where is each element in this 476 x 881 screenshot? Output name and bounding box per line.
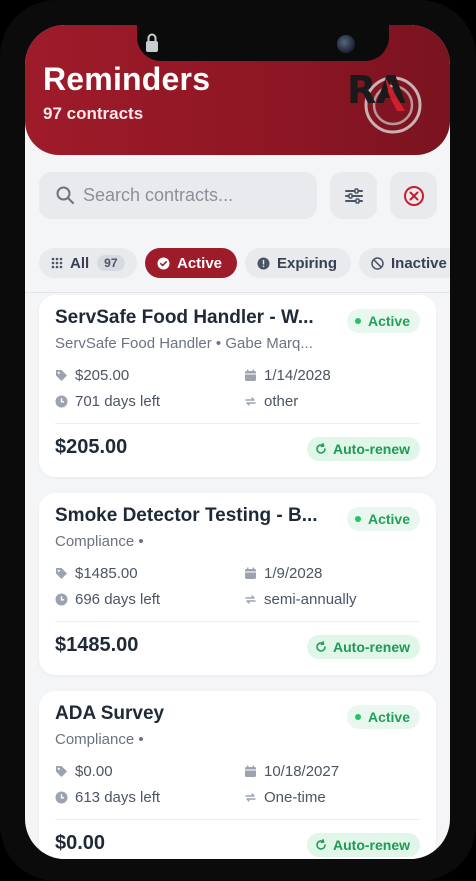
chip-label: Expiring bbox=[277, 254, 338, 272]
frequency-text: semi-annually bbox=[264, 591, 357, 608]
phone-frame: Reminders 97 contracts RA Search contrac… bbox=[0, 0, 476, 881]
filter-button[interactable] bbox=[330, 172, 377, 219]
calendar-icon bbox=[245, 567, 256, 579]
days-left: 696 days left bbox=[55, 591, 160, 608]
contract-amount: $1485.00 bbox=[55, 634, 139, 656]
calendar-icon bbox=[245, 765, 256, 777]
clock-icon bbox=[55, 593, 68, 606]
search-input[interactable] bbox=[83, 172, 311, 219]
device-notch bbox=[137, 25, 389, 61]
chip-count-badge: 97 bbox=[97, 255, 125, 271]
auto-renew-label: Auto-renew bbox=[333, 441, 410, 457]
grid-icon bbox=[51, 257, 63, 269]
days-left-text: 613 days left bbox=[75, 789, 161, 806]
brand-logo: RA bbox=[347, 68, 422, 134]
refresh-icon bbox=[316, 641, 326, 652]
status-label: Active bbox=[367, 313, 410, 329]
chip-label: Inactive bbox=[391, 254, 447, 272]
contract-price: $0.00 bbox=[55, 763, 113, 780]
days-left: 613 days left bbox=[55, 789, 160, 806]
contract-count: 97 contracts bbox=[43, 104, 144, 123]
camera-icon bbox=[337, 35, 355, 53]
contract-date: 10/18/2027 bbox=[244, 763, 339, 780]
contract-name: Smoke Detector Testing - B... bbox=[55, 505, 318, 526]
status-badge: Active bbox=[346, 705, 420, 729]
clock-icon bbox=[55, 395, 68, 408]
contract-name: ADA Survey bbox=[55, 703, 165, 724]
auto-renew-label: Auto-renew bbox=[333, 837, 410, 853]
status-dot bbox=[354, 714, 361, 720]
search-icon bbox=[56, 186, 74, 204]
auto-renew-badge: Auto-renew bbox=[307, 635, 420, 659]
contract-date: 1/14/2028 bbox=[244, 367, 331, 384]
card-divider bbox=[55, 819, 420, 820]
auto-renew-badge: Auto-renew bbox=[307, 437, 420, 461]
refresh-icon bbox=[316, 839, 326, 850]
chip-all[interactable]: All 97 bbox=[39, 248, 137, 278]
frequency-text: other bbox=[264, 393, 299, 410]
contract-date: 1/9/2028 bbox=[244, 565, 322, 582]
frequency-text: One-time bbox=[264, 789, 326, 806]
status-filter-chips: All 97 Active Expiring Inactive bbox=[25, 235, 450, 293]
auto-renew-label: Auto-renew bbox=[333, 639, 410, 655]
card-divider bbox=[55, 423, 420, 424]
contract-frequency: semi-annually bbox=[244, 591, 357, 608]
app-screen: Reminders 97 contracts RA Search contrac… bbox=[25, 25, 450, 859]
refresh-icon bbox=[316, 443, 326, 454]
tag-icon bbox=[56, 766, 67, 777]
contract-subtitle: Compliance • bbox=[55, 533, 144, 550]
clock-icon bbox=[55, 791, 68, 804]
contract-amount: $205.00 bbox=[55, 436, 128, 458]
repeat-icon bbox=[245, 595, 256, 604]
repeat-icon bbox=[245, 793, 256, 802]
contract-card[interactable]: Smoke Detector Testing - B... Compliance… bbox=[39, 493, 436, 675]
page-title: Reminders bbox=[43, 61, 211, 97]
date-text: 1/9/2028 bbox=[264, 565, 323, 582]
tag-icon bbox=[56, 370, 67, 381]
status-dot bbox=[354, 516, 361, 522]
contract-amount: $0.00 bbox=[55, 832, 106, 854]
price-text: $205.00 bbox=[75, 367, 130, 384]
chip-active[interactable]: Active bbox=[145, 248, 237, 278]
clear-filters-button[interactable] bbox=[390, 172, 437, 219]
chip-label: All bbox=[70, 254, 90, 272]
status-badge: Active bbox=[346, 309, 420, 333]
chip-inactive[interactable]: Inactive bbox=[359, 248, 450, 278]
days-left-text: 696 days left bbox=[75, 591, 161, 608]
contract-frequency: One-time bbox=[244, 789, 326, 806]
date-text: 1/14/2028 bbox=[264, 367, 331, 384]
contract-subtitle: Compliance • bbox=[55, 731, 144, 748]
status-badge: Active bbox=[346, 507, 420, 531]
lock-icon bbox=[146, 33, 158, 52]
card-divider bbox=[55, 621, 420, 622]
days-left: 701 days left bbox=[55, 393, 160, 410]
sliders-icon bbox=[344, 187, 363, 204]
contract-price: $205.00 bbox=[55, 367, 129, 384]
contract-price: $1485.00 bbox=[55, 565, 138, 582]
check-circle-icon bbox=[157, 257, 170, 269]
contract-name: ServSafe Food Handler - W... bbox=[55, 307, 314, 328]
search-box[interactable] bbox=[39, 172, 317, 219]
price-text: $0.00 bbox=[75, 763, 113, 780]
date-text: 10/18/2027 bbox=[264, 763, 340, 780]
chip-label: Active bbox=[177, 254, 223, 272]
alert-circle-icon bbox=[257, 257, 270, 269]
repeat-icon bbox=[245, 397, 256, 406]
contract-subtitle: ServSafe Food Handler • Gabe Marq... bbox=[55, 335, 313, 352]
calendar-icon bbox=[245, 369, 256, 381]
status-label: Active bbox=[367, 511, 410, 527]
ban-icon bbox=[371, 256, 384, 270]
auto-renew-badge: Auto-renew bbox=[307, 833, 420, 857]
days-left-text: 701 days left bbox=[75, 393, 161, 410]
close-circle-icon bbox=[403, 185, 424, 206]
chip-expiring[interactable]: Expiring bbox=[245, 248, 351, 278]
contract-frequency: other bbox=[244, 393, 298, 410]
price-text: $1485.00 bbox=[75, 565, 138, 582]
status-label: Active bbox=[367, 709, 410, 725]
contract-card[interactable]: ServSafe Food Handler - W... ServSafe Fo… bbox=[39, 295, 436, 477]
status-dot bbox=[354, 318, 361, 324]
tag-icon bbox=[56, 568, 67, 579]
contract-card[interactable]: ADA Survey Compliance • Active $0.00 613… bbox=[39, 691, 436, 859]
